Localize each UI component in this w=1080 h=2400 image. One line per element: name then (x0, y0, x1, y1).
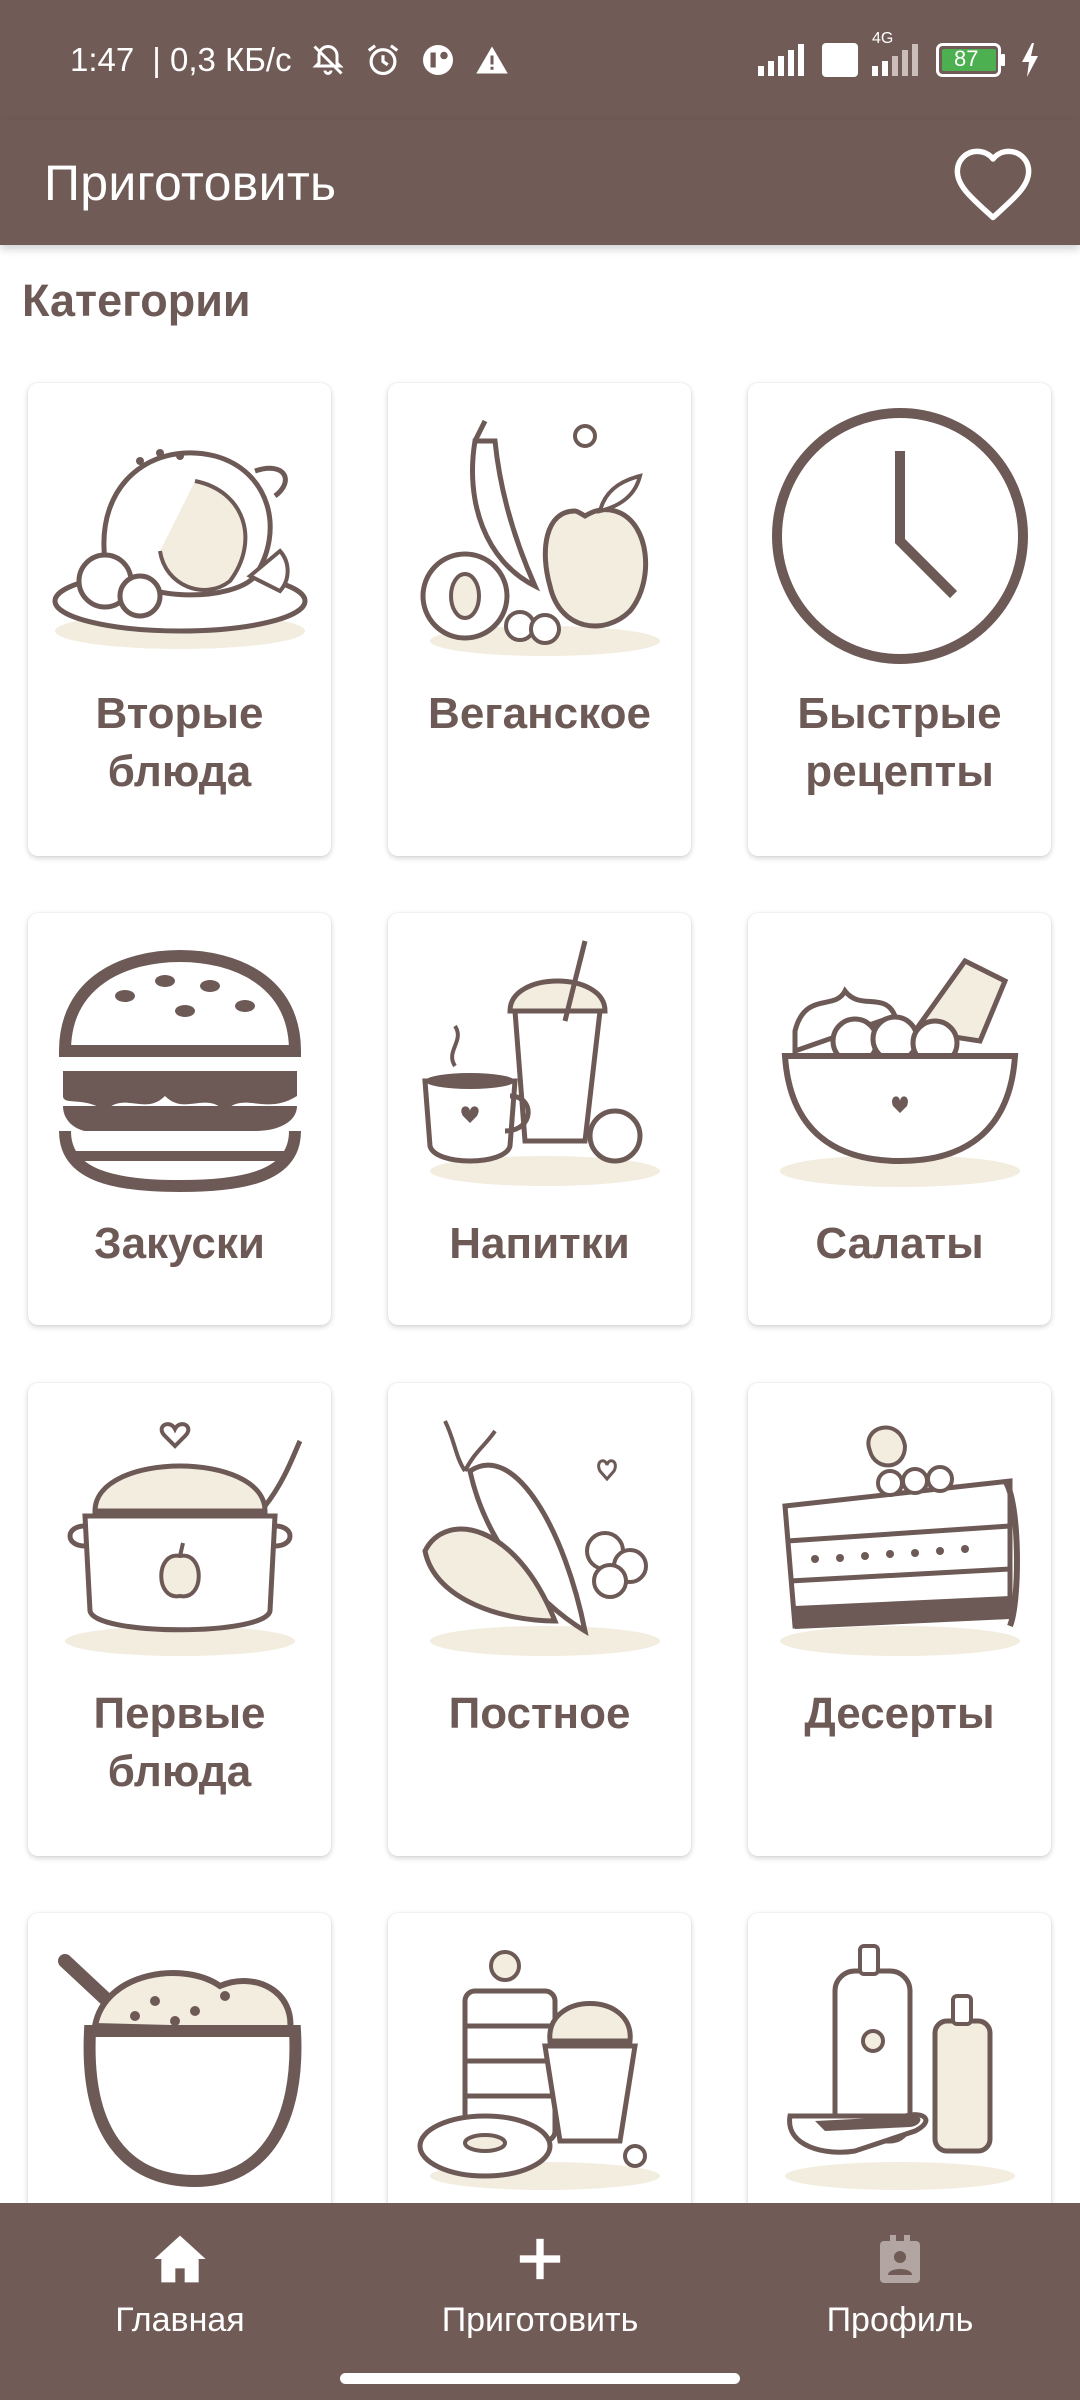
alarm-icon (364, 41, 402, 79)
category-card-lenten[interactable]: Постное (388, 1383, 691, 1856)
category-card-main-dishes[interactable]: Вторые блюда (28, 383, 331, 856)
profile-icon (870, 2229, 930, 2289)
nav-profile-label: Профиль (826, 2301, 974, 2339)
bell-off-icon (310, 42, 346, 78)
battery-level: 87 (954, 46, 979, 71)
status-bar: 1:47 | 0,3 КБ/с 4G 87 (0, 0, 1080, 120)
home-indicator[interactable] (340, 2373, 740, 2384)
nav-cook-label: Приготовить (441, 2301, 639, 2339)
heart-outline-icon (954, 148, 1032, 220)
bottom-navigation: Главная Приготовить Профиль (0, 2203, 1080, 2400)
category-card-drinks[interactable]: Напитки (388, 913, 691, 1325)
cake-illustration (765, 1401, 1035, 1671)
category-label: Постное (448, 1689, 631, 1738)
network-type: 4G (872, 30, 894, 47)
category-card-first-courses[interactable]: Первые блюда (28, 1383, 331, 1856)
warning-icon (474, 42, 510, 78)
vpn-icon (420, 42, 456, 78)
battery-icon: 87 (936, 43, 1006, 77)
category-label: Первые блюда (93, 1689, 266, 1796)
categories-grid: Вторые блюда Веганское Быстрые рецепты З… (28, 383, 1052, 2313)
signal-4g-icon: 4G (872, 30, 922, 76)
category-label: Закуски (94, 1219, 265, 1268)
fruits-illustration (405, 401, 675, 671)
drinks-illustration (405, 931, 675, 1201)
nav-home-label: Главная (115, 2301, 245, 2339)
nav-profile[interactable]: Профиль (720, 2203, 1080, 2340)
sauces-illustration (765, 1931, 1035, 2201)
category-label: Быстрые рецепты (797, 689, 1002, 796)
status-speed: | 0,3 КБ/с (152, 41, 292, 78)
categories-heading: Категории (22, 275, 251, 326)
status-time: 1:47 (70, 41, 135, 78)
signal-icon (758, 44, 808, 76)
burger-illustration (45, 931, 315, 1201)
soup-pot-illustration (45, 1401, 315, 1671)
charging-icon (1020, 43, 1040, 77)
app-bar: Приготовить (0, 120, 1080, 245)
category-label: Салаты (815, 1219, 984, 1268)
vegetables-illustration (405, 1401, 675, 1671)
category-card-snacks[interactable]: Закуски (28, 913, 331, 1325)
nav-home[interactable]: Главная (0, 2203, 360, 2340)
pastry-illustration (405, 1931, 675, 2201)
category-label: Вторые блюда (95, 689, 264, 796)
plus-icon (510, 2229, 570, 2289)
category-label: Десерты (804, 1689, 995, 1738)
category-label: Веганское (428, 689, 651, 738)
category-label: Напитки (449, 1219, 630, 1268)
nav-cook[interactable]: Приготовить (360, 2203, 720, 2340)
porridge-bowl-illustration (45, 1931, 315, 2201)
category-card-salads[interactable]: Салаты (748, 913, 1051, 1325)
category-card-desserts[interactable]: Десерты (748, 1383, 1051, 1856)
volte-icon (822, 43, 858, 77)
salad-bowl-illustration (765, 931, 1035, 1201)
category-card-quick-recipes[interactable]: Быстрые рецепты (748, 383, 1051, 856)
favorites-button[interactable] (946, 136, 1040, 230)
page-title: Приготовить (44, 154, 337, 211)
category-card-vegan[interactable]: Веганское (388, 383, 691, 856)
clock-illustration (765, 401, 1035, 671)
home-icon (150, 2229, 210, 2289)
roast-chicken-illustration (45, 401, 315, 671)
